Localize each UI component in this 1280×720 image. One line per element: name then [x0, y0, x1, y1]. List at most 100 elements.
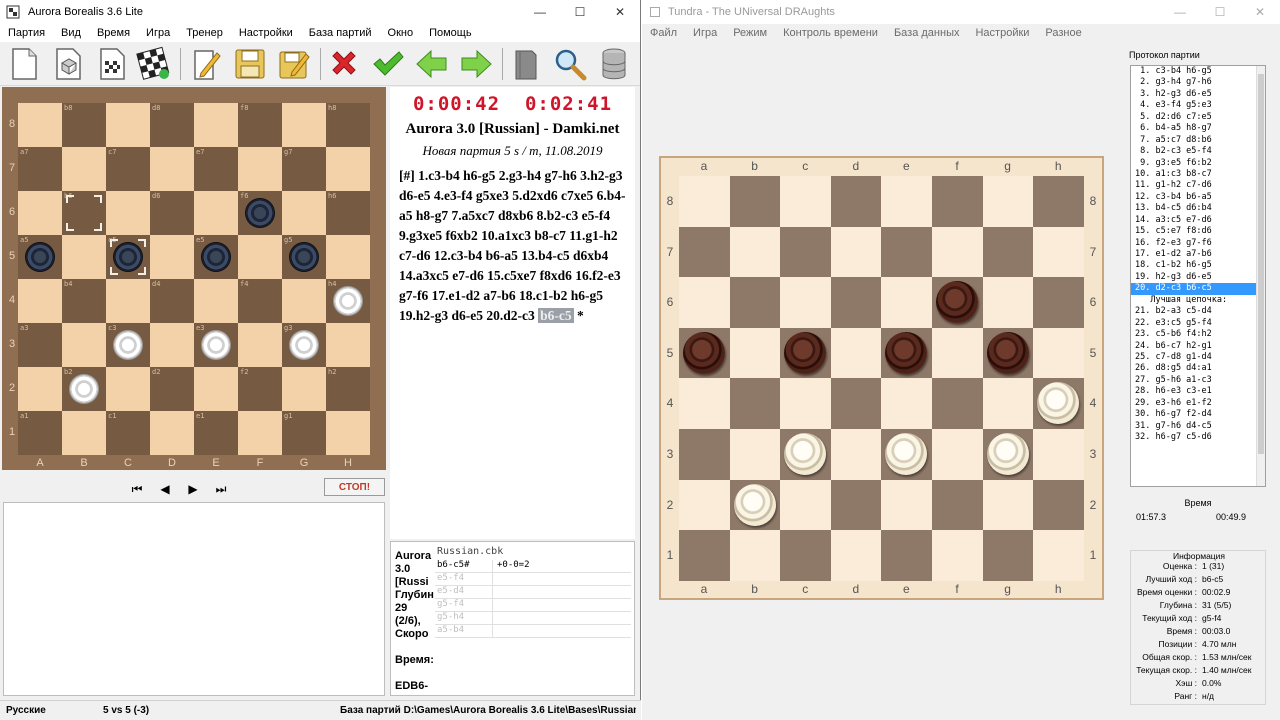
square-e4[interactable] [194, 279, 238, 323]
close-button[interactable]: ✕ [600, 0, 640, 24]
protocol-line[interactable]: 7. a5:c7 d8:b6 [1131, 135, 1265, 146]
book-row[interactable]: g5-h4 [435, 612, 631, 625]
square-c2[interactable] [780, 479, 831, 531]
protocol-line[interactable]: 32. h6-g7 c5-d6 [1131, 432, 1265, 443]
square-g3[interactable] [982, 428, 1034, 480]
tundra-maximize-button[interactable]: ☐ [1200, 0, 1240, 24]
square-c8[interactable] [780, 176, 831, 227]
square-e5[interactable]: e5 [194, 235, 238, 279]
square-h7[interactable] [326, 147, 370, 191]
square-d8[interactable]: d8 [150, 103, 194, 147]
square-c2[interactable] [106, 367, 150, 411]
square-e1[interactable] [881, 530, 932, 581]
protocol-line[interactable]: 8. b2-c3 e5-f4 [1131, 146, 1265, 157]
square-f3[interactable] [238, 323, 282, 367]
square-c4[interactable] [106, 279, 150, 323]
black-piece[interactable] [202, 243, 230, 271]
square-f8[interactable]: f8 [238, 103, 282, 147]
menu-item-trainer[interactable]: Тренер [178, 27, 231, 39]
square-b2[interactable]: b2 [62, 367, 106, 411]
square-g5[interactable]: g5 [282, 235, 326, 279]
protocol-line[interactable]: 24. b6-c7 h2-g1 [1131, 341, 1265, 352]
protocol-line[interactable]: 28. h6-e3 c3-e1 [1131, 386, 1265, 397]
minimize-button[interactable]: — [520, 0, 560, 24]
tundra-minimize-button[interactable]: — [1160, 0, 1200, 24]
square-c4[interactable] [780, 378, 831, 429]
back-arrow-icon[interactable] [414, 46, 450, 82]
square-h5[interactable] [326, 235, 370, 279]
protocol-line[interactable]: 6. b4-a5 h8-g7 [1131, 123, 1265, 134]
square-f6[interactable] [931, 277, 983, 328]
square-f4[interactable] [931, 378, 983, 429]
book-icon[interactable] [508, 46, 544, 82]
square-a1[interactable]: a1 [18, 411, 62, 455]
black-piece[interactable] [26, 243, 54, 271]
menu-item-help[interactable]: Помощь [421, 27, 480, 39]
protocol-line[interactable]: 9. g3:e5 f6:b2 [1131, 158, 1265, 169]
square-f7[interactable] [238, 147, 282, 191]
square-d5[interactable] [830, 327, 882, 379]
protocol-line[interactable]: 14. a3:c5 e7-d6 [1131, 215, 1265, 226]
square-b2[interactable] [729, 479, 781, 531]
menu-item-play[interactable]: Игра [138, 27, 178, 39]
square-g1[interactable] [982, 530, 1034, 581]
square-g6[interactable] [982, 277, 1034, 328]
menu-item-game[interactable]: Партия [0, 27, 53, 39]
square-d5[interactable] [150, 235, 194, 279]
cancel-icon[interactable] [326, 46, 362, 82]
forward-arrow-icon[interactable] [458, 46, 494, 82]
square-a7[interactable]: a7 [18, 147, 62, 191]
tundra-close-button[interactable]: ✕ [1240, 0, 1280, 24]
white-piece[interactable] [114, 331, 142, 359]
square-e7[interactable]: e7 [194, 147, 238, 191]
square-c5[interactable] [780, 327, 831, 379]
square-f3[interactable] [931, 428, 983, 480]
protocol-line[interactable]: 15. c5:e7 f8:d6 [1131, 226, 1265, 237]
square-e6[interactable] [881, 277, 932, 328]
square-c1[interactable]: c1 [106, 411, 150, 455]
square-c8[interactable] [106, 103, 150, 147]
database-icon[interactable] [596, 46, 632, 82]
square-h5[interactable] [1033, 327, 1084, 379]
tundra-menu-file[interactable]: Файл [642, 27, 685, 39]
protocol-line[interactable]: 16. f2-e3 g7-f6 [1131, 238, 1265, 249]
square-h2[interactable] [1033, 479, 1084, 531]
square-e6[interactable] [194, 191, 238, 235]
square-a6[interactable] [679, 277, 730, 328]
square-f4[interactable]: f4 [238, 279, 282, 323]
book-row[interactable]: b6-c5# +0-0=2 [435, 560, 631, 573]
square-b4[interactable] [729, 378, 781, 429]
protocol-line[interactable]: 19. h2-g3 d6-e5 [1131, 272, 1265, 283]
square-b1[interactable] [729, 530, 781, 581]
square-a2[interactable] [679, 479, 730, 531]
square-b3[interactable] [729, 428, 781, 480]
maximize-button[interactable]: ☐ [560, 0, 600, 24]
book-row[interactable]: e5-d4 [435, 586, 631, 599]
square-f2[interactable] [931, 479, 983, 531]
square-a3[interactable] [679, 428, 730, 480]
square-a8[interactable] [679, 176, 730, 227]
protocol-line[interactable]: 18. c1-b2 h6-g5 [1131, 260, 1265, 271]
white-piece[interactable] [784, 432, 827, 475]
black-piece[interactable] [784, 331, 827, 374]
square-e3[interactable]: e3 [194, 323, 238, 367]
square-a3[interactable]: a3 [18, 323, 62, 367]
move-list-text[interactable]: [#] 1.c3-b4 h6-g5 2.g3-h4 g7-h6 3.h2-g3 … [399, 168, 625, 323]
square-b7[interactable] [729, 226, 781, 278]
protocol-line[interactable]: 5. d2:d6 c7:e5 [1131, 112, 1265, 123]
tundra-menu-game[interactable]: Игра [685, 27, 725, 39]
protocol-line[interactable]: 11. g1-h2 c7-d6 [1131, 180, 1265, 191]
new-board-icon[interactable] [50, 46, 86, 82]
protocol-line[interactable]: 31. g7-h6 d4-c5 [1131, 421, 1265, 432]
square-h1[interactable] [326, 411, 370, 455]
protocol-line[interactable]: 1. c3-b4 h6-g5 [1131, 66, 1265, 77]
checkerboard-icon[interactable] [136, 46, 172, 82]
position-icon[interactable] [94, 46, 130, 82]
square-d1[interactable] [150, 411, 194, 455]
black-piece[interactable] [683, 331, 725, 374]
prev-move-button[interactable]: ◀ [154, 481, 176, 497]
square-b7[interactable] [62, 147, 106, 191]
next-move-button[interactable]: ▶ [182, 481, 204, 497]
square-f1[interactable] [931, 530, 983, 581]
square-h8[interactable]: h8 [326, 103, 370, 147]
